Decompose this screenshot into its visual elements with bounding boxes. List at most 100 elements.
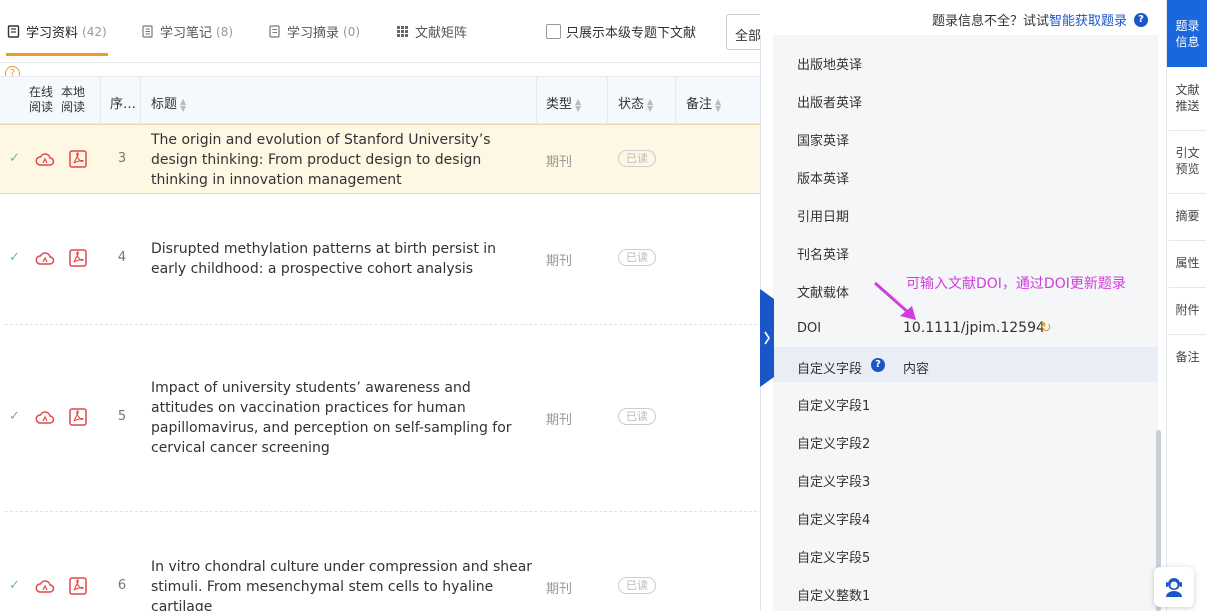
nav-notes[interactable]: 备注	[1167, 349, 1207, 365]
customer-service-button[interactable]	[1154, 567, 1194, 607]
side-nav: 题录 信息 文献 推送 引文 预览 摘要 属性 附件 备注	[1166, 0, 1207, 611]
row-type: 期刊	[546, 582, 573, 597]
custom-field-1[interactable]: 自定义字段1	[797, 395, 870, 414]
cloud-read-icon[interactable]	[35, 150, 55, 170]
custom-field-3[interactable]: 自定义字段3	[797, 471, 870, 490]
header-type: 类型	[546, 97, 573, 112]
field-doi-label: DOI	[797, 321, 822, 336]
field-publisher-en[interactable]: 出版者英译	[797, 92, 862, 111]
pdf-icon[interactable]	[68, 149, 88, 169]
table-row[interactable]: ✓ 3 The origin and evolution of Stanford…	[0, 124, 762, 194]
sort-icon[interactable]: ▲ ▼	[715, 97, 721, 112]
row-index: 5	[117, 409, 127, 424]
question-icon[interactable]: ?	[1134, 12, 1148, 27]
header-title: 标题	[151, 97, 178, 112]
tab-materials[interactable]: 学习资料 (42)	[7, 22, 107, 41]
row-title[interactable]: Impact of university students’ awareness…	[151, 378, 533, 458]
header-note: 备注	[686, 97, 713, 112]
table-header: 在线 阅读 本地 阅读 序… 标题 ▲ ▼ 类型 ▲ ▼ 状态 ▲ ▼ 备注 ▲ ▼	[0, 76, 762, 125]
nav-literature-push[interactable]: 文献 推送	[1167, 82, 1207, 114]
field-publisher-place-en[interactable]: 出版地英译	[797, 54, 862, 73]
table-row[interactable]: ✓ 6 In vitro chondral culture under comp…	[0, 512, 762, 611]
nav-citation-info[interactable]: 题录 信息	[1167, 0, 1207, 67]
only-current-filter[interactable]: 只展示本级专题下文献	[546, 22, 696, 41]
custom-help-icon[interactable]: ?	[871, 358, 885, 372]
table-row[interactable]: ✓ 5 Impact of university students’ aware…	[0, 325, 762, 511]
custom-field-4[interactable]: 自定义字段4	[797, 509, 870, 528]
field-medium[interactable]: 文献载体	[797, 282, 849, 301]
header-title-cell[interactable]: 标题 ▲ ▼	[151, 93, 186, 112]
doi-annotation: 可输入文献DOI，通过DOI更新题录	[906, 276, 1126, 292]
tab-notes-count: (8)	[216, 24, 234, 39]
sort-icon[interactable]: ▲ ▼	[180, 97, 186, 112]
row-type: 期刊	[546, 155, 573, 170]
row-index: 6	[117, 578, 127, 593]
nav-citation-preview[interactable]: 引文 预览	[1167, 145, 1207, 177]
read-status-badge[interactable]: 已读	[618, 408, 656, 425]
row-index: 3	[117, 151, 127, 166]
grid-icon	[397, 26, 408, 37]
read-status-badge[interactable]: 已读	[618, 249, 656, 266]
cloud-read-icon[interactable]	[35, 249, 55, 269]
sort-icon[interactable]: ▲ ▼	[575, 97, 581, 112]
refresh-icon[interactable]: ↻	[1040, 320, 1052, 336]
read-status-badge[interactable]: 已读	[618, 150, 656, 167]
header-note-cell[interactable]: 备注 ▲ ▼	[686, 93, 721, 112]
nav-abstract[interactable]: 摘要	[1167, 208, 1207, 224]
row-type: 期刊	[546, 413, 573, 428]
panel-header: 题录信息不全？试试 智能获取题录 ?	[760, 0, 1166, 35]
field-citation-date[interactable]: 引用日期	[797, 206, 849, 225]
custom-field-2[interactable]: 自定义字段2	[797, 433, 870, 452]
header-index[interactable]: 序…	[110, 93, 136, 112]
tab-matrix[interactable]: 文献矩阵	[396, 22, 467, 41]
only-current-label: 只展示本级专题下文献	[566, 26, 697, 41]
tab-notes[interactable]: 学习笔记 (8)	[141, 22, 233, 41]
read-check-icon: ✓	[9, 151, 20, 166]
tab-matrix-label: 文献矩阵	[415, 26, 468, 41]
doi-input[interactable]: 10.1111/jpim.12594	[903, 320, 1045, 336]
collapse-panel-handle[interactable]	[760, 289, 774, 387]
row-title[interactable]: The origin and evolution of Stanford Uni…	[151, 130, 533, 190]
row-index: 4	[117, 250, 127, 265]
read-check-icon: ✓	[9, 409, 20, 424]
nav-divider	[1169, 130, 1206, 131]
read-check-icon: ✓	[9, 578, 20, 593]
column-divider	[607, 77, 608, 125]
only-current-checkbox[interactable]	[546, 24, 561, 39]
row-title[interactable]: Disrupted methylation patterns at birth …	[151, 239, 533, 279]
row-title[interactable]: In vitro chondral culture under compress…	[151, 557, 533, 611]
custom-content-label: 内容	[903, 362, 930, 377]
annotation-arrow-icon	[874, 281, 916, 320]
column-divider	[100, 77, 101, 125]
sort-icon[interactable]: ▲ ▼	[647, 97, 653, 112]
pdf-icon[interactable]	[68, 248, 88, 268]
pdf-icon[interactable]	[68, 407, 88, 427]
nav-properties[interactable]: 属性	[1167, 255, 1207, 271]
table-row[interactable]: ✓ 4 Disrupted methylation patterns at bi…	[0, 194, 762, 324]
nav-divider	[1169, 334, 1206, 335]
header-local-read: 本地 阅读	[61, 85, 86, 114]
pdf-icon[interactable]	[68, 576, 88, 596]
field-edition-en[interactable]: 版本英译	[797, 168, 849, 187]
nav-divider	[1169, 287, 1206, 288]
read-status-badge[interactable]: 已读	[618, 577, 656, 594]
book-icon	[7, 25, 20, 38]
nav-attachments[interactable]: 附件	[1167, 302, 1207, 318]
smart-fetch-link[interactable]: 智能获取题录	[1049, 10, 1127, 29]
column-divider	[536, 77, 537, 125]
tab-materials-label: 学习资料	[26, 26, 79, 41]
cloud-read-icon[interactable]	[35, 408, 55, 428]
header-online-read: 在线 阅读	[29, 85, 54, 114]
read-check-icon: ✓	[9, 250, 20, 265]
tab-excerpts-count: (0)	[343, 24, 361, 39]
notebook-icon	[142, 25, 153, 38]
tab-excerpts[interactable]: 学习摘录 (0)	[268, 22, 360, 41]
field-journal-en[interactable]: 刊名英译	[797, 244, 849, 263]
custom-int-1[interactable]: 自定义整数1	[797, 585, 870, 604]
incomplete-hint: 题录信息不全？试试 智能获取题录 ?	[932, 10, 1148, 29]
custom-field-5[interactable]: 自定义字段5	[797, 547, 870, 566]
cloud-read-icon[interactable]	[35, 577, 55, 597]
header-type-cell[interactable]: 类型 ▲ ▼	[546, 93, 581, 112]
header-status-cell[interactable]: 状态 ▲ ▼	[618, 93, 653, 112]
field-country-en[interactable]: 国家英译	[797, 130, 849, 149]
